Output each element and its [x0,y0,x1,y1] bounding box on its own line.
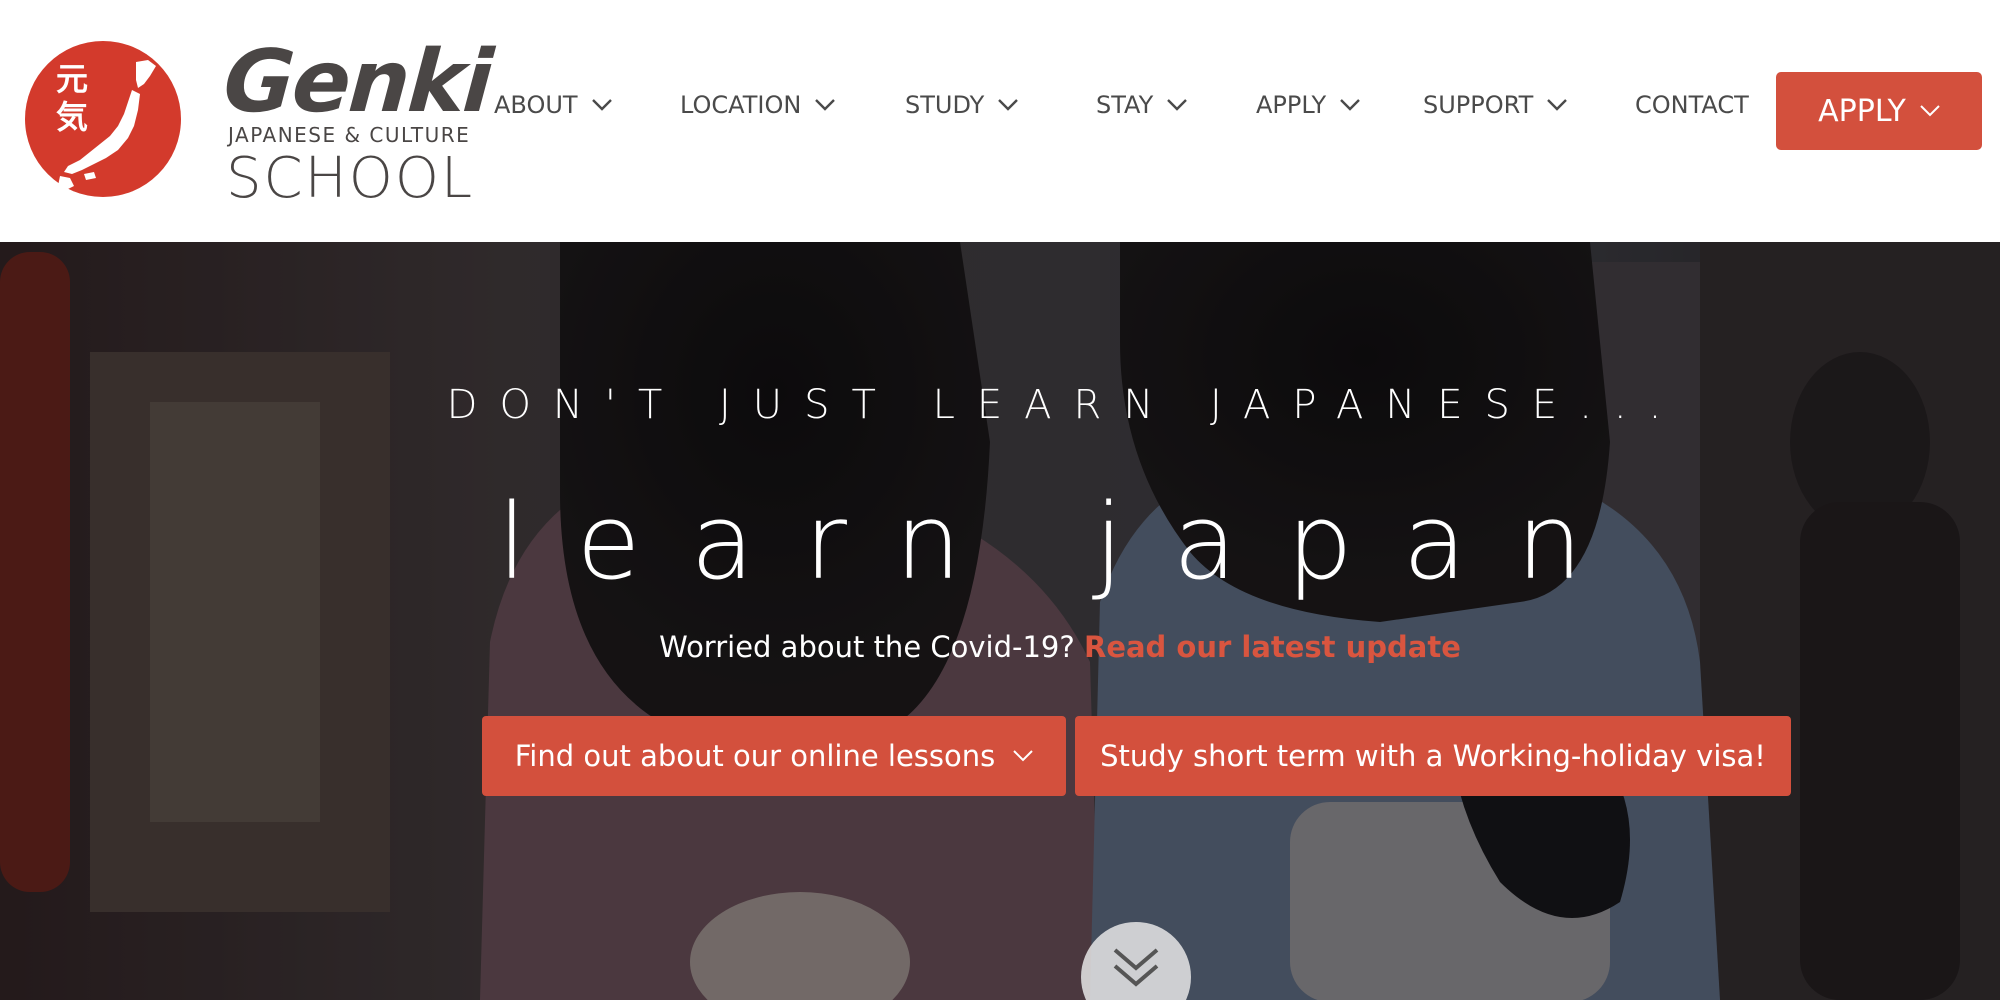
logo-kanji-top: 元 [56,60,88,98]
chevron-down-icon [1167,99,1188,111]
apply-button-label: APPLY [1818,93,1906,129]
nav-item-about[interactable]: ABOUT [494,80,612,130]
covid-notice: Worried about the Covid-19? Read our lat… [0,630,2000,664]
nav-item-label: LOCATION [680,91,802,119]
nav-item-label: ABOUT [494,91,578,119]
nav-item-support[interactable]: SUPPORT [1423,80,1568,130]
chevron-down-icon [1547,99,1568,111]
nav-item-label: STUDY [905,91,985,119]
online-lessons-button[interactable]: Find out about our online lessons [482,716,1066,796]
chevron-down-icon [591,99,612,111]
covid-update-link[interactable]: Read our latest update [1084,630,1461,664]
genki-logo[interactable]: 元 気 Genki JAPANESE & CULTURE SCHOOL [24,32,494,210]
nav-item-label: SUPPORT [1423,91,1534,119]
chevron-down-icon [815,99,836,111]
nav-item-stay[interactable]: STAY [1096,80,1188,130]
chevron-down-icon [1013,750,1033,762]
chevron-down-icon [1340,99,1361,111]
nav-item-apply[interactable]: APPLY [1256,80,1361,130]
nav-item-label: APPLY [1256,91,1327,119]
logo-school-text: SCHOOL [226,146,475,211]
working-holiday-button[interactable]: Study short term with a Working-holiday … [1075,716,1791,796]
chevron-down-icon [998,99,1019,111]
japan-map-circle-logo-icon: 元 気 [25,41,181,197]
apply-button[interactable]: APPLY [1776,72,1982,150]
nav-item-label: STAY [1096,91,1154,119]
working-holiday-label: Study short term with a Working-holiday … [1100,739,1766,773]
logo-brand-text: Genki [220,32,495,132]
hero-section: DON'T JUST LEARN JAPANESE... learn japan… [0,242,2000,1000]
logo-kanji-bottom: 気 [56,98,88,136]
nav-item-label: CONTACT [1635,91,1749,119]
hero-headline: learn japan [497,481,1633,603]
online-lessons-label: Find out about our online lessons [514,739,996,773]
nav-item-location[interactable]: LOCATION [680,80,836,130]
site-header: 元 気 Genki JAPANESE & CULTURE SCHOOL ABOU… [0,0,2000,242]
covid-notice-text: Worried about the Covid-19? [659,630,1075,664]
hero-tagline: DON'T JUST LEARN JAPANESE... [446,382,1684,428]
nav-item-study[interactable]: STUDY [905,80,1019,130]
hero-background-photo [0,242,2000,1000]
chevron-down-icon [1920,105,1940,117]
double-chevron-down-icon [1113,948,1159,987]
nav-item-contact[interactable]: CONTACT [1635,80,1749,130]
